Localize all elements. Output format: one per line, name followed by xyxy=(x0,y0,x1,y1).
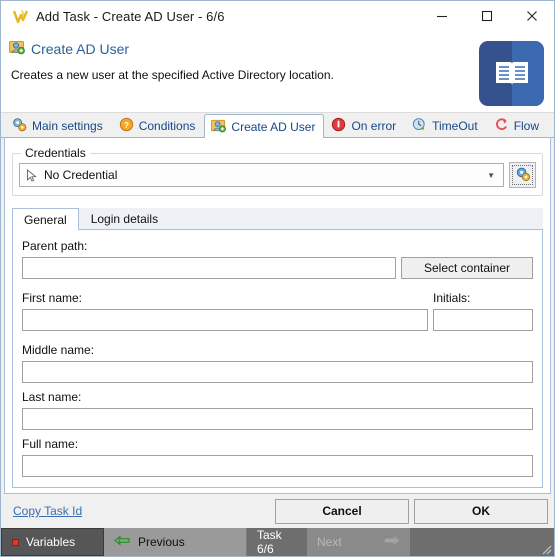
tab-label: On error xyxy=(351,119,397,133)
initials-input[interactable] xyxy=(433,309,533,331)
maximize-icon[interactable] xyxy=(464,0,509,32)
gear-settings-icon xyxy=(515,166,531,185)
variables-label: Variables xyxy=(26,535,76,549)
timeout-clock-icon xyxy=(412,117,427,135)
credentials-legend: Credentials xyxy=(21,146,90,160)
last-name-input[interactable] xyxy=(22,408,533,430)
tab-label: TimeOut xyxy=(432,119,478,133)
ok-button[interactable]: OK xyxy=(414,498,548,524)
create-ad-user-icon xyxy=(9,39,25,58)
credential-value: No Credential xyxy=(44,168,118,182)
tab-conditions[interactable]: ? Conditions xyxy=(112,114,205,137)
gears-icon xyxy=(12,117,27,135)
close-icon[interactable] xyxy=(509,0,554,32)
middle-name-input[interactable] xyxy=(22,361,533,383)
cancel-button[interactable]: Cancel xyxy=(275,498,409,524)
documentation-book-icon[interactable] xyxy=(479,41,544,106)
initials-label: Initials: xyxy=(433,291,471,305)
previous-label: Previous xyxy=(138,535,185,549)
tab-strip: Main settings ? Conditions Create AD Use… xyxy=(1,113,554,138)
inner-tab-label: Login details xyxy=(90,212,159,226)
middle-name-label: Middle name: xyxy=(22,343,95,357)
tab-timeout[interactable]: TimeOut xyxy=(405,114,487,137)
question-mark-icon: ? xyxy=(119,117,134,135)
credentials-settings-button[interactable] xyxy=(509,162,536,188)
full-name-label: Full name: xyxy=(22,437,79,451)
title-bar: Add Task - Create AD User - 6/6 xyxy=(1,0,554,32)
header-description: Creates a new user at the specified Acti… xyxy=(11,68,334,82)
parent-path-input[interactable] xyxy=(22,257,396,279)
arrow-right-icon xyxy=(383,535,400,549)
general-form-panel: Parent path: Select container First name… xyxy=(12,230,543,488)
first-name-label: First name: xyxy=(22,291,83,305)
tab-label: Flow xyxy=(513,119,540,133)
variables-button[interactable]: Variables xyxy=(1,528,104,556)
red-square-icon xyxy=(12,538,19,546)
inner-tab-label: General xyxy=(24,212,67,227)
next-button[interactable]: Next xyxy=(307,528,410,556)
header-title: Create AD User xyxy=(31,40,130,57)
tab-create-ad-user[interactable]: Create AD User xyxy=(204,114,325,138)
chevron-down-icon[interactable]: ▼ xyxy=(487,171,495,180)
window-title: Add Task - Create AD User - 6/6 xyxy=(36,8,225,24)
credentials-group: Credentials No Credential ▼ xyxy=(12,146,543,196)
full-name-input[interactable] xyxy=(22,455,533,477)
parent-path-label: Parent path: xyxy=(22,239,88,253)
next-label: Next xyxy=(317,535,342,549)
svg-text:?: ? xyxy=(124,120,129,130)
tab-main-settings[interactable]: Main settings xyxy=(5,114,112,137)
vt-logo-icon xyxy=(7,8,33,25)
minimize-icon[interactable] xyxy=(419,0,464,32)
tab-content-create-ad-user: Credentials No Credential ▼ General Logi… xyxy=(4,138,551,494)
tab-on-error[interactable]: On error xyxy=(324,114,405,137)
tab-label: Create AD User xyxy=(231,119,316,134)
last-name-label: Last name: xyxy=(22,390,82,404)
create-ad-user-icon xyxy=(211,118,227,136)
error-circle-icon xyxy=(331,117,346,135)
first-name-input[interactable] xyxy=(22,309,428,331)
select-container-button[interactable]: Select container xyxy=(401,257,533,279)
inner-tab-login-details[interactable]: Login details xyxy=(79,208,170,229)
credential-select[interactable]: No Credential ▼ xyxy=(19,163,504,187)
flow-arrow-icon xyxy=(494,117,509,135)
resize-grip-icon[interactable] xyxy=(538,541,552,555)
status-bar: Variables Previous Task 6/6 Next xyxy=(1,528,554,556)
inner-tab-general[interactable]: General xyxy=(12,208,79,230)
tab-label: Main settings xyxy=(32,119,103,133)
add-task-dialog: Add Task - Create AD User - 6/6 Create A… xyxy=(0,0,555,557)
previous-button[interactable]: Previous xyxy=(104,528,247,556)
window-controls xyxy=(419,0,554,32)
copy-task-id-link[interactable]: Copy Task Id xyxy=(13,504,82,518)
inner-tab-strip: General Login details xyxy=(12,208,543,230)
dialog-header: Create AD User Creates a new user at the… xyxy=(1,32,554,113)
cursor-arrow-icon xyxy=(24,168,40,182)
dialog-footer: Copy Task Id Cancel OK xyxy=(1,494,554,528)
arrow-left-icon xyxy=(114,535,131,549)
tab-flow[interactable]: Flow xyxy=(487,114,548,137)
task-counter: Task 6/6 xyxy=(247,528,307,556)
tab-label: Conditions xyxy=(138,119,196,133)
